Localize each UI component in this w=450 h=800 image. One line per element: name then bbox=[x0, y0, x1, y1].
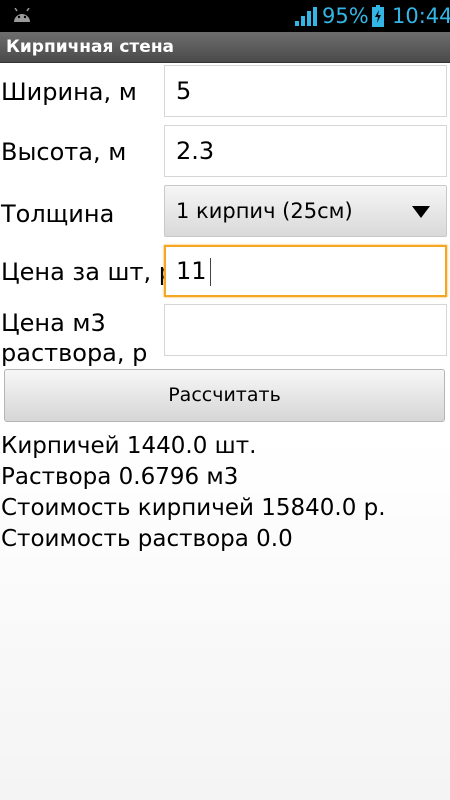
app-title: Кирпичная стена bbox=[6, 37, 175, 57]
result-mortar: Раствора 0.6796 м3 bbox=[1, 464, 239, 490]
mortar-price-input[interactable] bbox=[164, 304, 447, 356]
result-bricks: Кирпичей 1440.0 шт. bbox=[1, 433, 257, 459]
price-per-piece-input[interactable]: 11 bbox=[164, 245, 447, 297]
result-bricks-cost: Стоимость кирпичей 15840.0 р. bbox=[1, 495, 386, 521]
status-bar: 95% 10:44 bbox=[0, 0, 450, 32]
mortar-price-label-line1: Цена м3 bbox=[1, 309, 106, 337]
thickness-label: Толщина bbox=[1, 200, 115, 228]
calculate-button[interactable]: Рассчитать bbox=[4, 369, 445, 422]
width-label: Ширина, м bbox=[1, 78, 137, 106]
price-per-piece-label: Цена за шт, р bbox=[1, 258, 174, 286]
height-label: Высота, м bbox=[1, 138, 127, 166]
thickness-dropdown[interactable]: 1 кирпич (25см) bbox=[164, 185, 447, 237]
chevron-down-icon bbox=[412, 206, 430, 218]
title-bar: Кирпичная стена bbox=[0, 32, 450, 63]
text-cursor bbox=[209, 258, 211, 286]
signal-icon bbox=[295, 7, 317, 26]
width-input[interactable]: 5 bbox=[164, 65, 447, 117]
height-input[interactable]: 2.3 bbox=[164, 125, 447, 177]
price-per-piece-value: 11 bbox=[176, 257, 207, 285]
result-mortar-cost: Стоимость раствора 0.0 bbox=[1, 526, 293, 552]
battery-charging-icon bbox=[372, 5, 384, 27]
thickness-selected: 1 кирпич (25см) bbox=[176, 199, 353, 223]
clock: 10:44 bbox=[392, 4, 450, 28]
mortar-price-label-line2: раствора, р bbox=[1, 339, 148, 367]
battery-percent: 95% bbox=[322, 4, 369, 28]
android-icon bbox=[14, 8, 30, 22]
